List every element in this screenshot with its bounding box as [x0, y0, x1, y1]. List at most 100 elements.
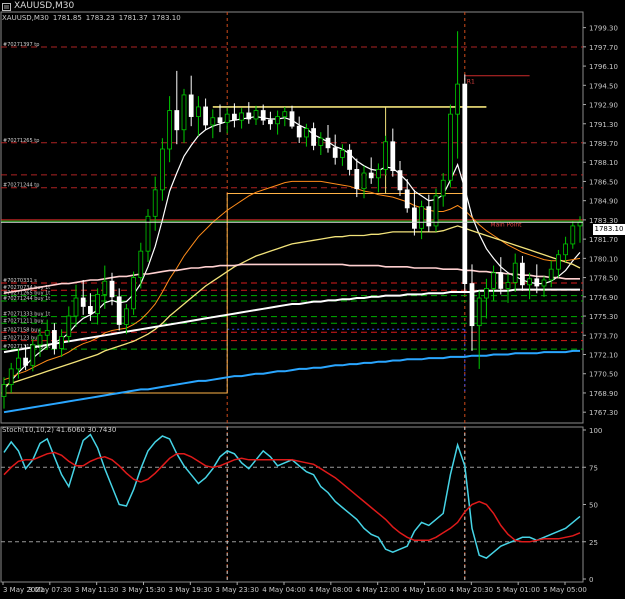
- candle-body: [570, 225, 576, 245]
- candle-body: [181, 94, 187, 131]
- candle-body: [116, 296, 122, 325]
- candle-body: [1, 384, 7, 397]
- candle-body: [563, 243, 568, 256]
- candle-body: [311, 128, 316, 146]
- candle-body: [340, 149, 345, 158]
- candle-body: [160, 148, 165, 191]
- ohlc-open: 1781.85: [52, 14, 82, 22]
- price-tick-label: 1781.70: [589, 236, 618, 244]
- stoch-main-line: [3, 433, 581, 559]
- candle-body: [325, 137, 331, 149]
- candle-body: [512, 262, 518, 283]
- price-tick-label: 1789.70: [589, 140, 618, 148]
- price-tick-label: 1772.10: [589, 352, 618, 360]
- time-tick-label: 3 May 19:30: [169, 586, 213, 594]
- candle-body: [318, 137, 324, 146]
- candle-body: [246, 112, 252, 120]
- moving-average-line: [3, 349, 580, 414]
- time-tick-label: 4 May 08:00: [309, 586, 353, 594]
- price-tick-label: 1799.30: [589, 25, 618, 33]
- candle-body: [498, 272, 504, 289]
- candle-body: [52, 330, 57, 349]
- candle-body: [383, 141, 388, 170]
- current-price-label: 1783.10: [593, 224, 625, 235]
- candle-body: [520, 262, 525, 286]
- candle-body: [260, 110, 266, 121]
- order-label: #70271244 tp: [3, 183, 39, 189]
- osc-tick-label: 75: [589, 464, 598, 472]
- candle-body: [397, 170, 403, 191]
- price-tick-label: 1767.30: [589, 409, 618, 417]
- candle-body: [224, 113, 230, 123]
- chart-window-icon: [2, 2, 11, 11]
- chart-header: XAUUSD,M30: [2, 1, 74, 12]
- time-tick-label: 3 May 11:30: [75, 586, 119, 594]
- time-tick-label: 3 May 07:30: [28, 586, 72, 594]
- candle-body: [556, 254, 561, 270]
- price-tick-label: 1796.10: [589, 63, 618, 71]
- candle-body: [95, 294, 100, 315]
- main-pane-frame: [0, 11, 584, 424]
- chart-annotation: R1: [467, 79, 475, 86]
- candle-body: [109, 280, 115, 298]
- candle-body: [476, 297, 482, 327]
- candle-body: [16, 357, 21, 370]
- candle-body: [196, 106, 201, 117]
- order-label: #70270331 s: [3, 278, 37, 284]
- order-label: #70271244 buy 1t: [3, 296, 50, 302]
- candle-body: [253, 110, 259, 120]
- candle-body: [167, 110, 172, 150]
- candle-body: [232, 113, 237, 121]
- candle-body: [289, 111, 295, 127]
- osc-tick-label: 50: [589, 502, 598, 510]
- candle-body: [44, 330, 50, 336]
- candle-body: [239, 112, 244, 121]
- candle-body: [66, 315, 72, 337]
- moving-average-line: [3, 115, 581, 390]
- order-label: #70271333 buy 1t: [3, 312, 50, 318]
- candle-body: [577, 221, 583, 227]
- candle-body: [448, 113, 453, 181]
- ohlc-symbol: XAUUSD,M30: [2, 14, 49, 22]
- candle-body: [174, 110, 180, 131]
- oscillator-label: Stoch(10,10,2) 41.6060 30.7430: [2, 426, 117, 434]
- candle-body: [404, 189, 410, 209]
- candle-body: [354, 169, 360, 190]
- price-tick-label: 1792.90: [589, 102, 618, 110]
- price-tick-label: 1791.30: [589, 121, 618, 129]
- price-tick-label: 1778.50: [589, 275, 618, 283]
- candle-body: [505, 281, 511, 289]
- candle-body: [376, 169, 381, 179]
- candle-body: [124, 308, 129, 325]
- chart-canvas[interactable]: 1799.30 1797.70 1796.10 1794.50 1792.90 1791.…: [0, 0, 625, 599]
- stoch-signal-line: [3, 451, 581, 543]
- time-tick-label: 5 May 05:00: [543, 586, 587, 594]
- candle-body: [390, 141, 396, 172]
- price-tick-label: 1776.90: [589, 294, 618, 302]
- candle-body: [138, 250, 144, 278]
- candle-body: [37, 334, 43, 346]
- candle-body: [361, 172, 367, 190]
- price-tick-label: 1797.70: [589, 44, 618, 52]
- candle-body: [548, 268, 554, 281]
- candle-body: [217, 117, 223, 123]
- order-label: #7027158 buy: [3, 327, 40, 333]
- ohlc-low: 1781.37: [118, 14, 148, 22]
- candle-body: [73, 297, 79, 317]
- candle-body: [131, 277, 136, 310]
- candle-body: [534, 278, 540, 287]
- price-tick-label: 1775.30: [589, 313, 618, 321]
- chart-window: 1799.30 1797.70 1796.10 1794.50 1792.90 1791.…: [0, 0, 625, 599]
- time-tick-label: 4 May 04:00: [262, 586, 306, 594]
- candle-body: [210, 117, 216, 126]
- time-tick-label: 3 May 15:30: [122, 586, 166, 594]
- candle-body: [275, 116, 280, 125]
- candle-body: [8, 368, 14, 385]
- price-tick-label: 1794.50: [589, 82, 618, 90]
- oscillator-pane-frame: [0, 426, 584, 583]
- ohlc-close: 1783.10: [151, 14, 181, 22]
- candle-body: [23, 357, 28, 366]
- candle-body: [30, 344, 36, 366]
- order-label: #70271265 tp: [3, 138, 39, 144]
- candle-body: [491, 272, 496, 289]
